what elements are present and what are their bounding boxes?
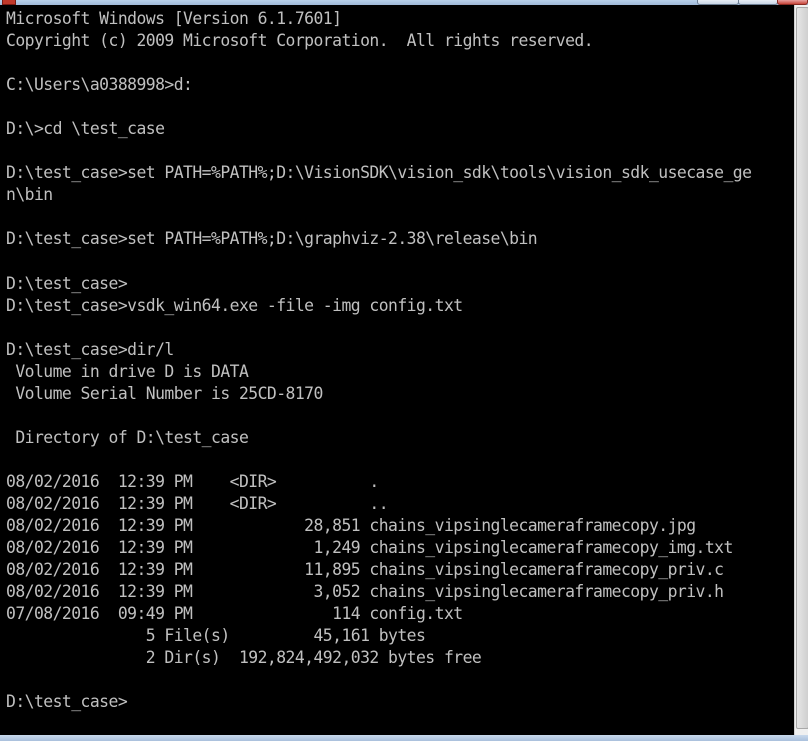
- console-line: Volume in drive D is DATA: [6, 361, 249, 381]
- console-line: D:\test_case>set PATH=%PATH%;D:\VisionSD…: [6, 163, 752, 183]
- console-line: 07/08/2016 09:49 PM 114 config.txt: [6, 604, 463, 624]
- console-line: n\bin: [6, 185, 53, 205]
- console-line: C:\Users\a0388998>d:: [6, 75, 193, 95]
- console-line: Volume Serial Number is 25CD-8170: [6, 383, 323, 403]
- console-line: 08/02/2016 12:39 PM 1,249 chains_vipsing…: [6, 538, 733, 558]
- console-line: D:\test_case>set PATH=%PATH%;D:\graphviz…: [6, 229, 538, 249]
- console-line: 08/02/2016 12:39 PM 28,851 chains_vipsin…: [6, 516, 696, 536]
- console-line: 08/02/2016 12:39 PM 11,895 chains_vipsin…: [6, 560, 724, 580]
- console-line: D:\test_case>dir/l: [6, 339, 174, 359]
- console-line: 08/02/2016 12:39 PM <DIR> .: [6, 471, 379, 491]
- console-line: 08/02/2016 12:39 PM 3,052 chains_vipsing…: [6, 582, 724, 602]
- console-line: D:\test_case>vsdk_win64.exe -file -img c…: [6, 295, 463, 315]
- console-output-area[interactable]: Microsoft Windows [Version 6.1.7601] Copy…: [0, 5, 794, 735]
- console-line: 5 File(s) 45,161 bytes: [6, 626, 426, 646]
- console-line: D:\test_case>: [6, 273, 128, 293]
- console-text: Microsoft Windows [Version 6.1.7601] Copy…: [0, 5, 794, 714]
- console-line: Microsoft Windows [Version 6.1.7601]: [6, 9, 342, 28]
- console-line: D:\>cd \test_case: [6, 119, 165, 139]
- window-bottom-border: [0, 735, 808, 741]
- console-line: 08/02/2016 12:39 PM <DIR> ..: [6, 494, 389, 514]
- vertical-scrollbar[interactable]: [794, 5, 808, 735]
- console-line: 2 Dir(s) 192,824,492,032 bytes free: [6, 648, 482, 668]
- command-prompt-window: Microsoft Windows [Version 6.1.7601] Copy…: [0, 0, 808, 741]
- console-line: Copyright (c) 2009 Microsoft Corporation…: [6, 31, 594, 51]
- scrollbar-thumb[interactable]: [796, 7, 808, 729]
- console-line: D:\test_case>: [6, 692, 128, 712]
- console-line: Directory of D:\test_case: [6, 427, 249, 447]
